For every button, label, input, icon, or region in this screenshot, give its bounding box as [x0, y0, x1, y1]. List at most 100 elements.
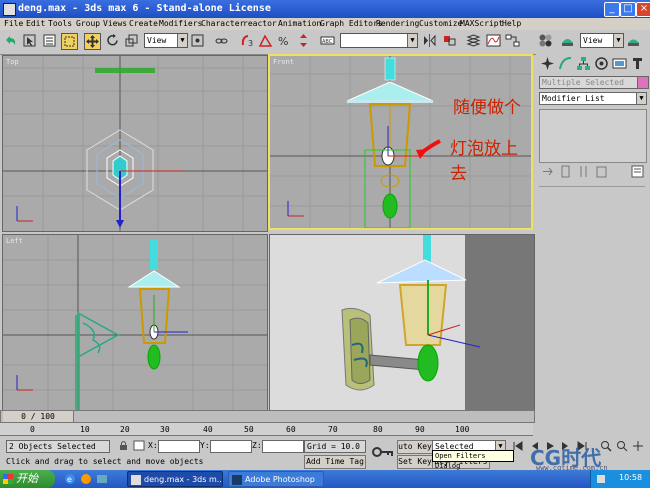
set-key-label: Set Key: [398, 457, 432, 466]
tray-network-icon[interactable]: [597, 475, 605, 483]
menu-graph-editors[interactable]: Graph Editors: [320, 19, 383, 28]
menu-maxscript[interactable]: MAXScript: [460, 19, 503, 28]
spinner-snap-icon[interactable]: [296, 33, 311, 48]
taskbar-item-photoshop[interactable]: Adobe Photoshop: [228, 471, 324, 487]
menu-file[interactable]: File: [4, 19, 23, 28]
tick-label: 60: [286, 425, 296, 434]
hierarchy-panel-icon[interactable]: [576, 56, 591, 71]
menu-views[interactable]: Views: [103, 19, 127, 28]
menu-customize[interactable]: Customize: [419, 19, 462, 28]
quick-render-icon[interactable]: [626, 33, 641, 48]
schematic-view-icon[interactable]: [505, 33, 520, 48]
start-label: 开始: [16, 472, 38, 485]
menu-group[interactable]: Group: [76, 19, 100, 28]
quick-launch-desktop-icon[interactable]: [96, 473, 108, 485]
taskbar-item-photoshop-label: Adobe Photoshop: [245, 475, 315, 484]
motion-panel-icon[interactable]: [594, 56, 609, 71]
material-editor-icon[interactable]: [538, 33, 553, 48]
menu-edit[interactable]: Edit: [26, 19, 45, 28]
angle-snap-icon[interactable]: [258, 33, 273, 48]
absolute-mode-icon[interactable]: [133, 440, 145, 451]
modifier-list-dropdown[interactable]: Modifier List ▼: [539, 92, 647, 105]
align-icon[interactable]: [442, 33, 457, 48]
z-coordinate-field[interactable]: [262, 440, 304, 453]
tick-label: 70: [328, 425, 338, 434]
undo-icon[interactable]: [3, 33, 18, 48]
add-time-tag-button[interactable]: Add Time Tag: [304, 455, 366, 469]
utilities-panel-icon[interactable]: [630, 56, 645, 71]
close-button[interactable]: ×: [636, 2, 650, 17]
pin-stack-icon[interactable]: [540, 164, 555, 179]
region-select-icon[interactable]: [61, 33, 78, 50]
viewport-perspective[interactable]: [269, 234, 535, 411]
mirror-icon[interactable]: [422, 33, 437, 48]
tick-label: 20: [120, 425, 130, 434]
pivot-center-icon[interactable]: [190, 33, 205, 48]
bottom-panel: 0 / 100 0 10 20 30 40 50 60 70 80 90 100…: [0, 410, 650, 472]
select-scale-icon[interactable]: [124, 33, 139, 48]
minimize-button[interactable]: _: [604, 2, 620, 17]
menu-help[interactable]: Help: [502, 19, 521, 28]
menu-modifiers[interactable]: Modifiers: [159, 19, 202, 28]
modifier-stack[interactable]: [539, 109, 647, 163]
select-rotate-icon[interactable]: [105, 33, 120, 48]
snap-toggle-icon[interactable]: 3: [240, 33, 255, 48]
tick-label: 90: [415, 425, 425, 434]
set-key-button[interactable]: Set Key: [397, 455, 433, 469]
selection-name-field[interactable]: Multiple Selected: [539, 76, 639, 89]
viewport-top[interactable]: Top: [2, 55, 268, 232]
select-link-icon[interactable]: [214, 33, 229, 48]
viewport-front[interactable]: Front 随便做个 灯泡放上去: [268, 54, 533, 230]
object-color-swatch[interactable]: [637, 76, 649, 89]
selection-count: 2 Objects Selected: [6, 440, 110, 453]
main-toolbar: View ▼ 3 % ABC ▼ View ▼: [0, 30, 650, 55]
maximize-button[interactable]: □: [620, 2, 636, 17]
auto-key-button[interactable]: uto Key: [397, 440, 433, 454]
lock-icon[interactable]: [118, 440, 129, 451]
quick-launch-media-icon[interactable]: [80, 473, 92, 485]
percent-snap-icon[interactable]: %: [277, 33, 292, 48]
time-slider[interactable]: 0 / 100: [0, 410, 535, 423]
remove-modifier-icon[interactable]: [594, 164, 609, 179]
menu-character[interactable]: Character: [201, 19, 244, 28]
edit-named-selection-icon[interactable]: ABC: [320, 33, 335, 48]
x-coordinate-field[interactable]: [158, 440, 200, 453]
menu-create[interactable]: Create: [129, 19, 158, 28]
time-slider-thumb[interactable]: 0 / 100: [3, 411, 74, 422]
taskbar-item-3dsmax[interactable]: deng.max - 3ds m...: [127, 471, 223, 487]
grid-display: Grid = 10.0: [304, 440, 366, 453]
annotation-note-2: 灯泡放上去: [450, 139, 518, 184]
viewport-left[interactable]: Left: [2, 234, 268, 411]
display-panel-icon[interactable]: [612, 56, 627, 71]
x-label: X:: [148, 441, 158, 450]
make-unique-icon[interactable]: [576, 164, 591, 179]
select-by-name-icon[interactable]: [42, 33, 57, 48]
create-panel-icon[interactable]: [540, 56, 555, 71]
show-end-result-icon[interactable]: [558, 164, 573, 179]
menu-reactor[interactable]: reactor: [243, 19, 277, 28]
select-move-icon[interactable]: [84, 33, 101, 50]
set-key-icon[interactable]: [372, 445, 394, 459]
select-object-icon[interactable]: [22, 33, 37, 48]
photoshop-app-icon: [232, 475, 242, 485]
track-bar[interactable]: 0 10 20 30 40 50 60 70 80 90 100: [0, 423, 533, 436]
tick-label: 100: [455, 425, 470, 434]
modify-panel-icon[interactable]: [558, 56, 573, 71]
quick-launch-ie-icon[interactable]: e: [64, 473, 76, 485]
reference-coordinate-dropdown[interactable]: View ▼: [144, 33, 188, 48]
tick-label: 0: [30, 425, 35, 434]
render-scene-icon[interactable]: [560, 33, 575, 48]
grid-value: Grid = 10.0: [307, 442, 360, 451]
render-type-value: View: [583, 36, 603, 45]
y-coordinate-field[interactable]: [210, 440, 252, 453]
named-selection-set-dropdown[interactable]: ▼: [340, 33, 418, 48]
menu-tools[interactable]: Tools: [48, 19, 72, 28]
tick-label: 80: [373, 425, 383, 434]
menu-rendering[interactable]: Rendering: [376, 19, 419, 28]
curve-editor-icon[interactable]: [486, 33, 501, 48]
configure-modifier-sets-icon[interactable]: [630, 164, 645, 179]
start-button[interactable]: 开始: [0, 470, 55, 488]
render-type-dropdown[interactable]: View ▼: [580, 33, 624, 48]
layer-manager-icon[interactable]: [466, 33, 481, 48]
menu-animation[interactable]: Animation: [278, 19, 321, 28]
